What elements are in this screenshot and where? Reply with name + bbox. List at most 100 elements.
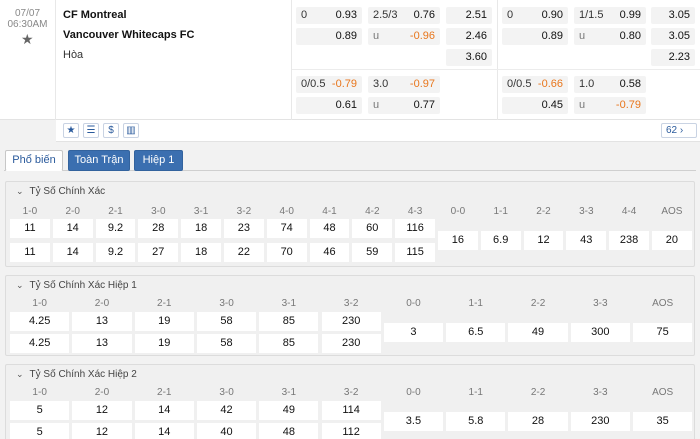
- score-odds-cell[interactable]: 6.9: [480, 231, 521, 250]
- score-odds-cell[interactable]: 4.25: [10, 312, 70, 331]
- score-odds-cell[interactable]: 115: [395, 243, 435, 262]
- score-odds-cell[interactable]: 116: [395, 219, 435, 238]
- score-odds-cell[interactable]: 4.25: [10, 334, 70, 353]
- ft-over[interactable]: 2.5/3 0.76: [368, 7, 440, 24]
- ft-under-alt[interactable]: u 0.77: [368, 97, 440, 114]
- tab-first-half[interactable]: Hiệp 1: [134, 150, 183, 171]
- score-odds-cell[interactable]: 27: [138, 243, 179, 262]
- ft-handicap-home[interactable]: 0 0.93: [296, 7, 362, 24]
- h1-1x2-draw[interactable]: 2.23: [651, 49, 695, 66]
- score-odds-cell[interactable]: 14: [134, 423, 194, 439]
- away-team[interactable]: Vancouver Whitecaps FC: [63, 29, 194, 41]
- score-odds-cell[interactable]: 22: [224, 243, 264, 262]
- section-title[interactable]: ⌄ Tỷ Số Chính Xác Hiệp 2: [16, 369, 137, 380]
- h1-1x2-away[interactable]: 3.05: [651, 28, 695, 45]
- score-odds-cell[interactable]: 14: [52, 243, 93, 262]
- dollar-icon[interactable]: $: [103, 123, 119, 138]
- ft-over-alt[interactable]: 3.0 -0.97: [368, 76, 440, 93]
- score-odds-cell[interactable]: 13: [72, 312, 132, 331]
- h1-handicap-home[interactable]: 0 0.90: [502, 7, 568, 24]
- h1-handicap-away[interactable]: 0.89: [502, 28, 568, 45]
- score-odds-cell[interactable]: 49: [259, 401, 319, 420]
- score-odds-cell[interactable]: 5.8: [446, 412, 506, 431]
- score-odds-cell[interactable]: 40: [196, 423, 257, 439]
- score-odds-cell[interactable]: 46: [309, 243, 350, 262]
- score-odds-cell[interactable]: 60: [352, 219, 393, 238]
- list-icon[interactable]: ☰: [83, 123, 99, 138]
- chevron-down-icon[interactable]: ⌄: [16, 186, 24, 197]
- score-odds-cell[interactable]: 58: [196, 334, 257, 353]
- score-odds-cell[interactable]: 230: [321, 334, 381, 353]
- score-odds-cell[interactable]: 12: [72, 423, 132, 439]
- home-team[interactable]: CF Montreal: [63, 9, 127, 21]
- h1-1x2-home[interactable]: 3.05: [651, 7, 695, 24]
- score-odds-cell[interactable]: 49: [508, 323, 568, 342]
- score-odds-cell[interactable]: 9.2: [95, 243, 136, 262]
- score-odds-cell[interactable]: 11: [10, 243, 50, 262]
- section-title[interactable]: ⌄ Tỷ Số Chính Xác: [16, 186, 105, 197]
- favorite-star-icon[interactable]: ★: [21, 32, 34, 46]
- section-title[interactable]: ⌄ Tỷ Số Chính Xác Hiệp 1: [16, 280, 137, 291]
- score-odds-cell[interactable]: 18: [181, 243, 221, 262]
- score-odds-cell[interactable]: 19: [134, 312, 194, 331]
- score-odds-cell[interactable]: 14: [134, 401, 194, 420]
- tab-popular[interactable]: Phổ biến: [5, 150, 63, 171]
- score-odds-cell[interactable]: 48: [309, 219, 350, 238]
- h1-handicap-alt-away[interactable]: 0.45: [502, 97, 568, 114]
- h1-under-alt[interactable]: u -0.79: [574, 97, 646, 114]
- score-odds-cell[interactable]: 58: [196, 312, 257, 331]
- score-odds-cell[interactable]: 6.5: [446, 323, 506, 342]
- score-header: 2-0: [94, 298, 110, 309]
- score-odds-cell[interactable]: 59: [352, 243, 393, 262]
- score-odds-cell[interactable]: 43: [566, 231, 607, 250]
- tab-full-match[interactable]: Toàn Trận: [68, 150, 130, 171]
- score-odds-cell[interactable]: 74: [266, 219, 307, 238]
- score-odds-cell[interactable]: 5: [10, 401, 70, 420]
- ft-handicap-away[interactable]: 0.89: [296, 28, 362, 45]
- more-odds-button[interactable]: 62 ›: [661, 123, 697, 138]
- score-odds-cell[interactable]: 16: [438, 231, 478, 250]
- bar-chart-icon[interactable]: ▥: [123, 123, 139, 138]
- score-odds-cell[interactable]: 3: [383, 323, 444, 342]
- score-odds-cell[interactable]: 75: [633, 323, 693, 342]
- ft-handicap-alt-home[interactable]: 0/0.5 -0.79: [296, 76, 362, 93]
- score-odds-cell[interactable]: 230: [570, 412, 630, 431]
- score-odds-cell[interactable]: 23: [224, 219, 264, 238]
- score-odds-cell[interactable]: 14: [52, 219, 93, 238]
- h1-over-alt[interactable]: 1.0 0.58: [574, 76, 646, 93]
- h1-handicap-alt-home[interactable]: 0/0.5 -0.66: [502, 76, 568, 93]
- ft-under[interactable]: u -0.96: [368, 28, 440, 45]
- score-odds-cell[interactable]: 9.2: [95, 219, 136, 238]
- score-odds-cell[interactable]: 19: [134, 334, 194, 353]
- score-odds-cell[interactable]: 85: [259, 312, 319, 331]
- score-odds-cell[interactable]: 13: [72, 334, 132, 353]
- ft-handicap-alt-away[interactable]: 0.61: [296, 97, 362, 114]
- score-odds-cell[interactable]: 18: [181, 219, 221, 238]
- chevron-down-icon[interactable]: ⌄: [16, 369, 24, 380]
- score-odds-cell[interactable]: 28: [138, 219, 179, 238]
- score-odds-cell[interactable]: 5: [10, 423, 70, 439]
- score-odds-cell[interactable]: 70: [266, 243, 307, 262]
- star-icon[interactable]: ★: [63, 123, 79, 138]
- ft-1x2-away[interactable]: 2.46: [446, 28, 492, 45]
- score-odds-cell[interactable]: 238: [609, 231, 649, 250]
- score-odds-cell[interactable]: 35: [633, 412, 693, 431]
- score-odds-cell[interactable]: 300: [570, 323, 630, 342]
- score-odds-cell[interactable]: 28: [508, 412, 568, 431]
- score-odds-cell[interactable]: 12: [523, 231, 564, 250]
- chevron-down-icon[interactable]: ⌄: [16, 280, 24, 291]
- score-odds-cell[interactable]: 85: [259, 334, 319, 353]
- score-odds-cell[interactable]: 20: [652, 231, 692, 250]
- score-odds-cell[interactable]: 230: [321, 312, 381, 331]
- ft-1x2-draw[interactable]: 3.60: [446, 49, 492, 66]
- ft-1x2-home[interactable]: 2.51: [446, 7, 492, 24]
- h1-under[interactable]: u 0.80: [574, 28, 646, 45]
- score-odds-cell[interactable]: 11: [10, 219, 50, 238]
- score-odds-cell[interactable]: 114: [321, 401, 381, 420]
- h1-over[interactable]: 1/1.5 0.99: [574, 7, 646, 24]
- score-odds-cell[interactable]: 12: [72, 401, 132, 420]
- score-odds-cell[interactable]: 112: [321, 423, 381, 439]
- score-odds-cell[interactable]: 42: [196, 401, 257, 420]
- score-odds-cell[interactable]: 3.5: [383, 412, 444, 431]
- score-odds-cell[interactable]: 48: [259, 423, 319, 439]
